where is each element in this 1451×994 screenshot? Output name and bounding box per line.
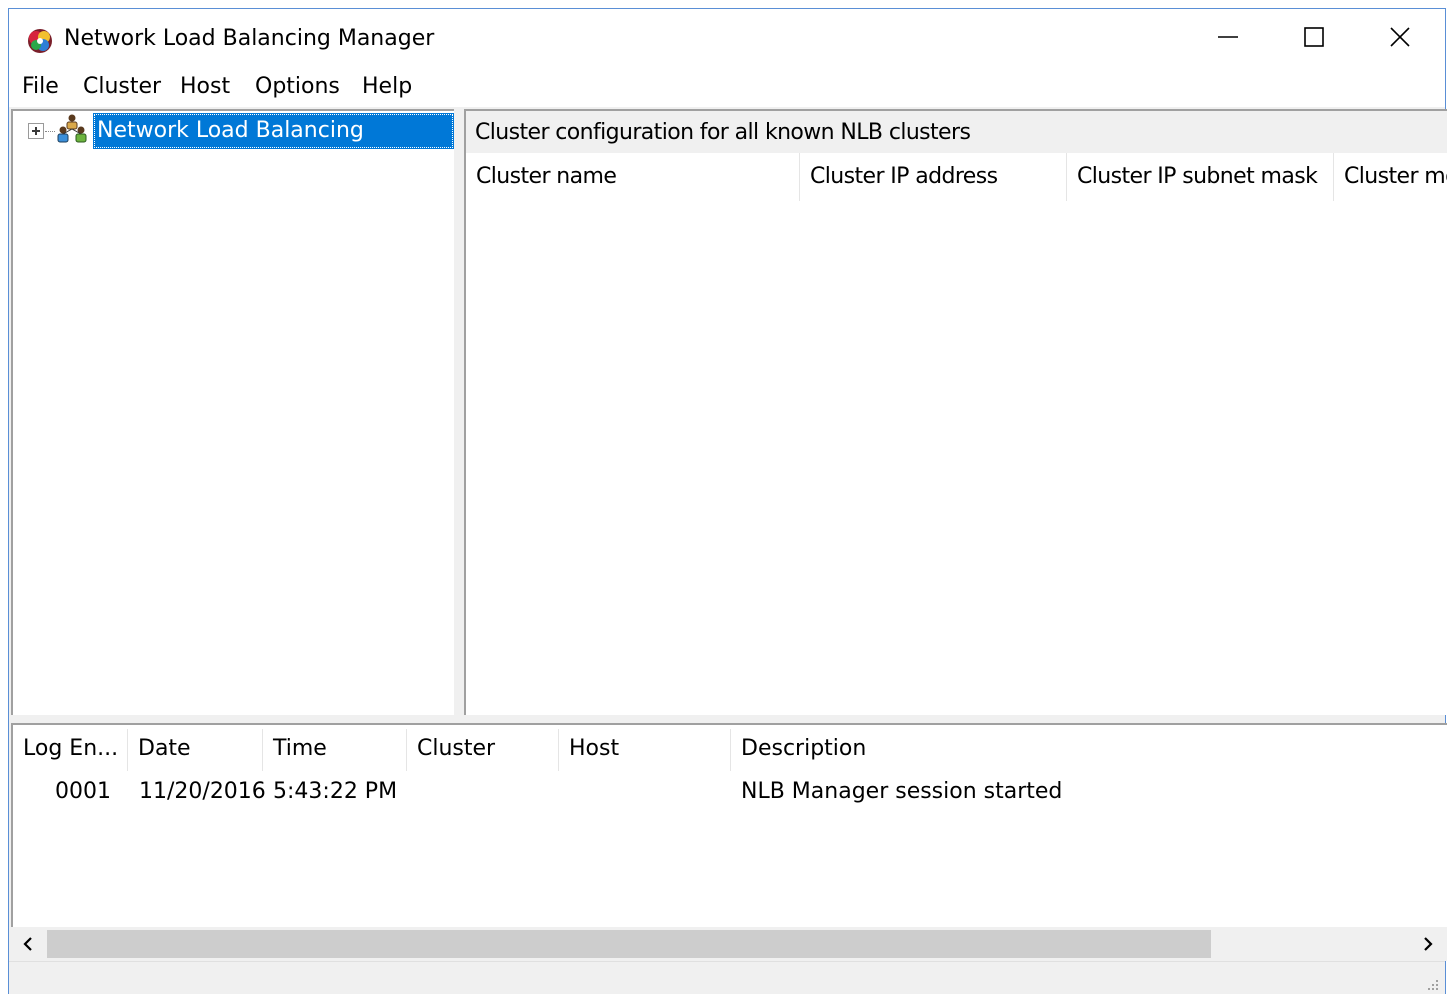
log-cell-description[interactable]: NLB Manager session started bbox=[741, 775, 1062, 809]
menu-file[interactable]: File bbox=[22, 73, 59, 101]
scroll-right-button[interactable] bbox=[1411, 927, 1445, 961]
log-cell-time[interactable]: 5:43:22 PM bbox=[273, 775, 397, 809]
maximize-button[interactable] bbox=[1271, 9, 1357, 65]
nlb-manager-window: Network Load Balancing Manager File Clus… bbox=[8, 8, 1447, 994]
menu-help[interactable]: Help bbox=[362, 73, 412, 101]
horizontal-scrollbar[interactable] bbox=[11, 927, 1447, 961]
window-title: Network Load Balancing Manager bbox=[64, 26, 435, 51]
list-column-header: Cluster name Cluster IP address Cluster … bbox=[466, 153, 1447, 201]
close-button[interactable] bbox=[1357, 9, 1443, 65]
log-pane: Log En... Date Time Cluster Host Descrip… bbox=[11, 723, 1447, 961]
cluster-tree-pane: Network Load Balancing Clusters bbox=[11, 109, 454, 715]
list-caption-text: Cluster configuration for all known NLB … bbox=[475, 120, 971, 145]
horizontal-splitter[interactable] bbox=[9, 715, 1445, 723]
vertical-splitter[interactable] bbox=[454, 109, 464, 715]
minimize-button[interactable] bbox=[1185, 9, 1271, 65]
scroll-right-arrow-icon bbox=[1424, 937, 1433, 951]
maximize-icon bbox=[1304, 27, 1324, 47]
log-cell-entry[interactable]: 0001 bbox=[55, 775, 111, 809]
cluster-group-icon bbox=[57, 114, 87, 143]
column-cluster-subnet[interactable]: Cluster IP subnet mask bbox=[1067, 153, 1333, 201]
title-bar[interactable]: Network Load Balancing Manager bbox=[9, 9, 1445, 65]
nlb-manager-app-icon bbox=[28, 29, 52, 53]
log-cell-date[interactable]: 11/20/2016 bbox=[139, 775, 266, 809]
status-bar bbox=[9, 961, 1445, 994]
log-column-date[interactable]: Date bbox=[128, 725, 262, 773]
log-column-host[interactable]: Host bbox=[559, 725, 730, 773]
tree-connector bbox=[45, 131, 55, 132]
log-column-description[interactable]: Description bbox=[731, 725, 1431, 773]
scroll-left-button[interactable] bbox=[11, 927, 45, 961]
menu-bar: File Cluster Host Options Help bbox=[9, 65, 1445, 107]
menu-host[interactable]: Host bbox=[180, 73, 230, 101]
menu-options[interactable]: Options bbox=[255, 73, 340, 101]
size-grip-icon[interactable] bbox=[1425, 977, 1439, 991]
expand-plus-icon[interactable] bbox=[28, 123, 44, 139]
cluster-list-pane: Cluster configuration for all known NLB … bbox=[464, 109, 1447, 715]
list-caption: Cluster configuration for all known NLB … bbox=[466, 111, 1447, 153]
log-column-entry[interactable]: Log En... bbox=[13, 725, 127, 773]
scroll-thumb[interactable] bbox=[47, 930, 1211, 958]
log-column-time[interactable]: Time bbox=[263, 725, 406, 773]
column-cluster-mode[interactable]: Cluster mo bbox=[1334, 153, 1447, 201]
column-cluster-ip[interactable]: Cluster IP address bbox=[800, 153, 1066, 201]
log-column-cluster[interactable]: Cluster bbox=[407, 725, 558, 773]
menu-cluster[interactable]: Cluster bbox=[83, 73, 161, 101]
minimize-icon bbox=[1218, 36, 1238, 38]
close-icon bbox=[1390, 27, 1410, 47]
scroll-left-arrow-icon bbox=[23, 937, 32, 951]
column-cluster-name[interactable]: Cluster name bbox=[466, 153, 799, 201]
tree-item-nlb-clusters[interactable]: Network Load Balancing Clusters bbox=[93, 113, 454, 173]
